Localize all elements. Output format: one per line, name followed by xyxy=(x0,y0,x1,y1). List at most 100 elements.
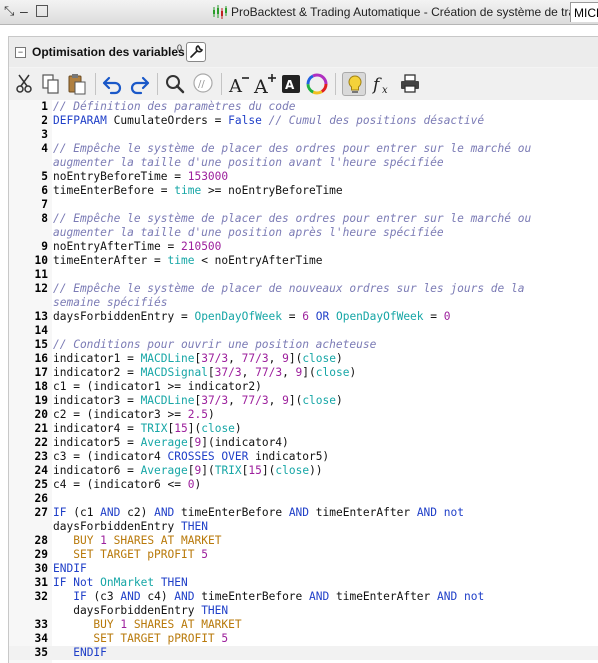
code-line[interactable]: 26 xyxy=(9,492,598,506)
code-line[interactable]: 2 DEFPARAM CumulateOrders = False // Cumu… xyxy=(9,114,598,128)
code-keyword: AND xyxy=(120,590,141,603)
code-text: ) xyxy=(234,422,242,435)
code-comment: // Conditions pour ouvrir une position a… xyxy=(53,338,377,351)
code-line[interactable]: 28 BUY 1 SHARES AT MARKET xyxy=(9,534,598,548)
print-icon[interactable] xyxy=(398,72,422,96)
line-number: 9 xyxy=(41,240,48,253)
code-constant: 210500 xyxy=(180,240,222,253)
code-function: close xyxy=(275,464,310,477)
code-line[interactable]: 17 indicator2 = MACDSignal[37/3, 77/3, 9]… xyxy=(9,366,598,380)
code-text: c4 = (indicator6 <= xyxy=(53,478,188,491)
code-line[interactable]: augmenter la taille d'une position après… xyxy=(9,226,598,240)
code-keyword: IF Not xyxy=(53,576,94,589)
lightbulb-icon[interactable] xyxy=(342,72,366,96)
code-text: = xyxy=(282,310,303,323)
function-icon[interactable]: fx xyxy=(370,72,394,96)
maximize-button[interactable] xyxy=(36,5,48,17)
code-line[interactable]: 20 c2 = (indicator3 >= 2.5) xyxy=(9,408,598,422)
code-text: indicator4 = xyxy=(53,422,141,435)
code-line[interactable]: 30 ENDIF xyxy=(9,562,598,576)
code-line[interactable]: 18 c1 = (indicator1 >= indicator2) xyxy=(9,380,598,394)
collapse-button[interactable]: − xyxy=(15,47,26,58)
code-line[interactable]: 23 c3 = (indicator4 CROSSES OVER indicato… xyxy=(9,450,598,464)
copy-icon[interactable] xyxy=(39,72,63,96)
code-line[interactable]: 25 c4 = (indicator6 <= 0) xyxy=(9,478,598,492)
code-content: // Empêche le système de placer des ordr… xyxy=(53,142,593,156)
code-line[interactable]: 35 ENDIF xyxy=(9,646,598,660)
code-line[interactable]: 34 SET TARGET pPROFIT 5 xyxy=(9,632,598,646)
code-text: , xyxy=(228,352,242,365)
code-line[interactable]: 29 SET TARGET pPROFIT 5 xyxy=(9,548,598,562)
code-line[interactable]: 8 // Empêche le système de placer des ord… xyxy=(9,212,598,226)
code-line[interactable]: 33 BUY 1 SHARES AT MARKET xyxy=(9,618,598,632)
code-text: daysForbiddenEntry = xyxy=(53,310,195,323)
code-line[interactable]: 31 IF Not OnMarket THEN xyxy=(9,576,598,590)
cut-icon[interactable] xyxy=(13,72,37,96)
code-line[interactable]: 12 // Empêche le système de placer de nou… xyxy=(9,282,598,296)
code-line[interactable]: 5 noEntryBeforeTime = 153000 xyxy=(9,170,598,184)
code-keyword: not xyxy=(443,506,464,519)
code-line[interactable]: 7 xyxy=(9,198,598,212)
font-decrease-icon[interactable]: A xyxy=(227,72,251,97)
code-order: BUY xyxy=(93,618,121,631)
code-keyword: CROSSES OVER xyxy=(167,450,249,463)
code-line[interactable]: 9 noEntryAfterTime = 210500 xyxy=(9,240,598,254)
code-line[interactable]: 16 indicator1 = MACDLine[37/3, 77/3, 9](c… xyxy=(9,352,598,366)
code-text: daysForbiddenEntry xyxy=(53,604,202,617)
line-number: 7 xyxy=(41,198,48,211)
resize-icon[interactable]: ⤡ xyxy=(4,3,14,19)
code-text: (c3 xyxy=(86,590,121,603)
code-content: // Définition des paramètres du code xyxy=(53,100,593,114)
code-function: MACDLine xyxy=(140,352,195,365)
code-keyword: False xyxy=(228,114,262,127)
line-number: 16 xyxy=(34,352,48,365)
code-keyword: THEN xyxy=(201,604,229,617)
code-line[interactable]: 1 // Définition des paramètres du code xyxy=(9,100,598,114)
code-line[interactable]: 19 indicator3 = MACDLine[37/3, 77/3, 9](c… xyxy=(9,394,598,408)
line-number: 21 xyxy=(34,422,48,435)
code-content: SET TARGET pPROFIT 5 xyxy=(53,632,593,646)
code-text: indicator6 = xyxy=(53,464,141,477)
code-line[interactable]: semaine spécifiés xyxy=(9,296,598,310)
tab-micr[interactable]: MICR xyxy=(570,2,598,22)
comment-icon[interactable]: // xyxy=(191,72,215,96)
code-constant: 9 xyxy=(282,352,289,365)
code-line[interactable]: 11 xyxy=(9,268,598,282)
code-line[interactable]: augmenter la taille d'une position avant… xyxy=(9,156,598,170)
code-line[interactable]: 32 IF (c3 AND c4) AND timeEnterBefore AN… xyxy=(9,590,598,604)
minimize-button[interactable]: – xyxy=(20,3,28,19)
color-scheme-icon[interactable]: A xyxy=(279,72,303,96)
code-keyword: AND xyxy=(416,506,438,519)
code-line[interactable]: 22 indicator5 = Average[9](indicator4) xyxy=(9,436,598,450)
variable-count: 0 xyxy=(177,43,183,53)
code-line[interactable]: 21 indicator4 = TRIX[15](close) xyxy=(9,422,598,436)
undo-icon[interactable] xyxy=(101,72,125,96)
code-line[interactable]: 13 daysForbiddenEntry = OpenDayOfWeek = 6… xyxy=(9,310,598,324)
code-constant: 1 xyxy=(100,534,107,547)
line-number: 34 xyxy=(34,632,48,645)
code-editor[interactable]: 1 // Définition des paramètres du code 2 DE… xyxy=(9,100,598,663)
search-icon[interactable] xyxy=(163,72,187,96)
code-line[interactable]: daysForbiddenEntry THEN xyxy=(9,520,598,534)
code-line[interactable]: 27 IF (c1 AND c2) AND timeEnterBefore AND… xyxy=(9,506,598,520)
code-line[interactable]: daysForbiddenEntry THEN xyxy=(9,604,598,618)
code-function: MACDSignal xyxy=(140,366,208,379)
code-line[interactable]: 4 // Empêche le système de placer des ord… xyxy=(9,142,598,156)
code-line[interactable]: 3 xyxy=(9,128,598,142)
code-line[interactable]: 15 // Conditions pour ouvrir une position… xyxy=(9,338,598,352)
code-text: daysForbiddenEntry xyxy=(53,520,181,533)
redo-icon[interactable] xyxy=(127,72,151,96)
code-text: timeEnterAfter = xyxy=(53,254,168,267)
font-increase-icon[interactable]: A xyxy=(253,72,277,98)
color-wheel-icon[interactable] xyxy=(305,72,329,96)
paste-icon[interactable] xyxy=(65,72,89,96)
toolbar-separator xyxy=(335,73,336,95)
code-line[interactable]: 6 timeEnterBefore = time >= noEntryBefore… xyxy=(9,184,598,198)
code-line[interactable]: 14 xyxy=(9,324,598,338)
code-line[interactable]: 10 timeEnterAfter = time < noEntryAfterTi… xyxy=(9,254,598,268)
code-line[interactable]: 24 indicator6 = Average[9](TRIX[15](close… xyxy=(9,464,598,478)
code-text: timeEnterBefore = xyxy=(53,184,175,197)
wrench-icon[interactable] xyxy=(186,42,206,62)
